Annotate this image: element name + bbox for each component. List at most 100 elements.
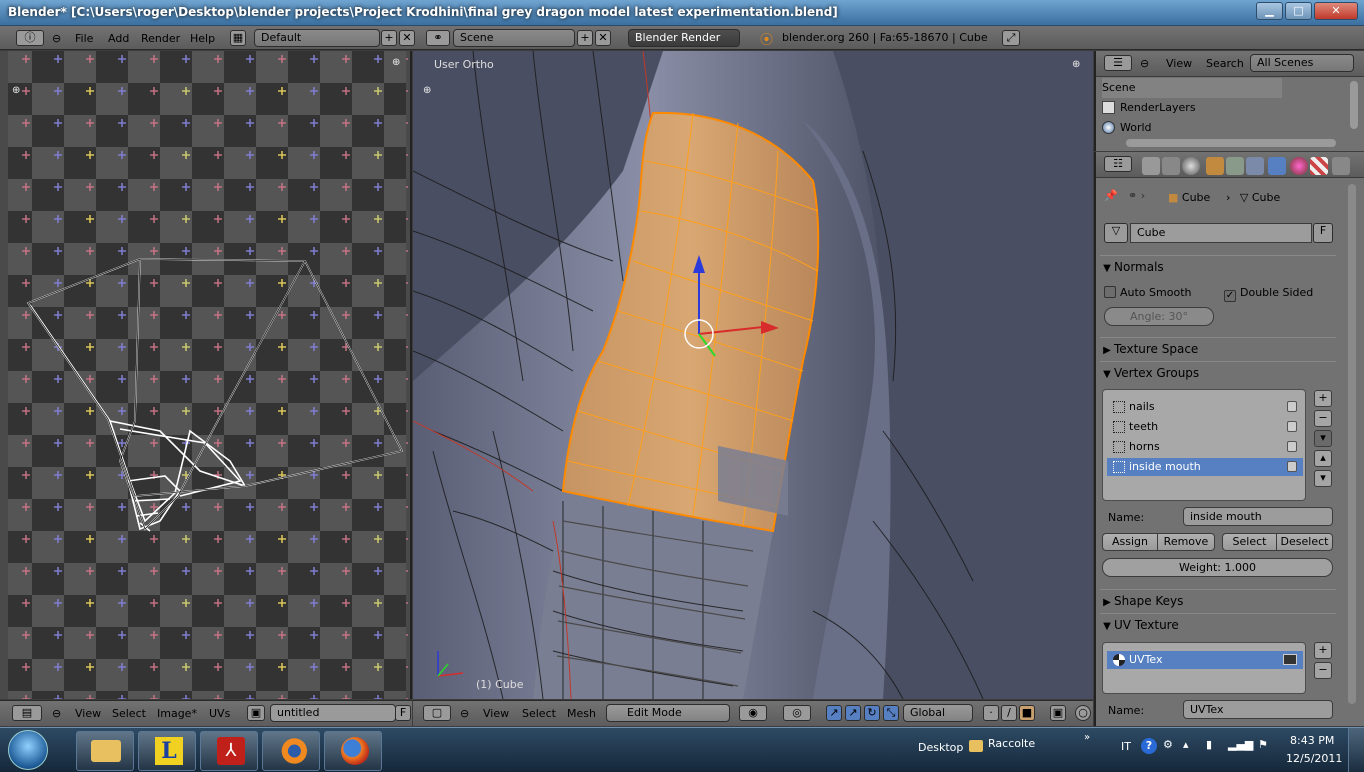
display-mode-select[interactable]: All Scenes (1250, 54, 1354, 72)
remove-uv-texture-button[interactable]: − (1314, 662, 1332, 679)
vertex-group-item[interactable]: nails (1107, 398, 1303, 416)
lock-icon[interactable] (1287, 421, 1297, 432)
scale-icon[interactable]: ⤡ (883, 705, 899, 721)
uv-menu-view[interactable]: View (75, 705, 101, 722)
translate-icon[interactable]: ↗ (845, 705, 861, 721)
move-up-button[interactable]: ▴ (1314, 450, 1332, 467)
screen-layout-icon[interactable]: ▦ (230, 30, 246, 46)
firefox-taskbar-icon[interactable] (324, 731, 382, 771)
clock-date[interactable]: 12/5/2011 (1286, 752, 1342, 765)
uv-menu-select[interactable]: Select (112, 705, 146, 722)
scene-select[interactable]: Scene (453, 29, 575, 47)
move-down-button[interactable]: ▾ (1314, 470, 1332, 487)
menu-render[interactable]: Render (141, 30, 180, 47)
outliner-vertical-scrollbar[interactable] (1350, 81, 1358, 129)
outliner-row-renderlayers[interactable]: RenderLayers (1102, 98, 1196, 118)
vertex-group-item-selected[interactable]: inside mouth (1107, 458, 1303, 476)
battery-icon[interactable]: ▮ (1206, 738, 1212, 751)
mesh-data-tab-icon[interactable] (1268, 157, 1286, 175)
add-scene-icon[interactable]: + (577, 30, 593, 46)
l-app-taskbar-icon[interactable]: L (138, 731, 196, 771)
viewport-shading-icon[interactable]: ◉ (739, 705, 767, 721)
viewport-canvas[interactable] (413, 51, 1093, 699)
show-desktop-button[interactable] (1348, 728, 1364, 772)
remove-layout-icon[interactable]: ✕ (399, 30, 415, 46)
close-button[interactable]: ✕ (1314, 2, 1358, 20)
panel-vertex-groups[interactable]: ▼ Vertex Groups (1100, 361, 1336, 383)
panel-shape-keys[interactable]: ▶ Shape Keys (1100, 589, 1336, 611)
properties-scrollbar[interactable] (1348, 184, 1356, 704)
vertex-group-item[interactable]: teeth (1107, 418, 1303, 436)
collapse-icon[interactable]: ⊖ (52, 30, 61, 47)
render-engine-select[interactable]: Blender Render (628, 29, 740, 47)
image-browse-icon[interactable]: ▣ (247, 705, 265, 721)
face-select-icon[interactable]: ■ (1019, 705, 1035, 721)
fullscreen-icon[interactable]: ⤢ (1002, 30, 1020, 46)
vp-menu-mesh[interactable]: Mesh (567, 705, 596, 722)
remove-scene-icon[interactable]: ✕ (595, 30, 611, 46)
menu-help[interactable]: Help (190, 30, 215, 47)
panel-uv-texture[interactable]: ▼ UV Texture (1100, 613, 1336, 635)
weight-slider[interactable]: Weight: 1.000 (1102, 558, 1333, 577)
maximize-button[interactable]: □ (1285, 2, 1312, 20)
vp-menu-select[interactable]: Select (522, 705, 556, 722)
collapse-icon[interactable]: ⊖ (52, 705, 61, 722)
acrobat-taskbar-icon[interactable]: ⅄ (200, 731, 258, 771)
modifiers-tab-icon[interactable] (1246, 157, 1264, 175)
texture-tab-icon[interactable] (1310, 157, 1328, 175)
vertex-group-name-field[interactable]: inside mouth (1183, 507, 1333, 526)
uv-menu-uvs[interactable]: UVs (209, 705, 230, 722)
vp-menu-view[interactable]: View (483, 705, 509, 722)
editor-type-uv-icon[interactable]: ▤ (12, 705, 42, 721)
double-sided-checkbox[interactable]: ✓ Double Sided (1224, 286, 1313, 302)
collapse-icon[interactable]: ⊖ (1140, 55, 1149, 72)
language-indicator[interactable]: IT (1121, 740, 1131, 753)
world-tab-icon[interactable] (1182, 157, 1200, 175)
add-uv-texture-button[interactable]: + (1314, 642, 1332, 659)
panel-texture-space[interactable]: ▶ Texture Space (1100, 337, 1336, 359)
vertex-select-icon[interactable]: · (983, 705, 999, 721)
vertex-group-specials-button[interactable]: ▾ (1314, 430, 1332, 447)
clock-time[interactable]: 8:43 PM (1290, 734, 1334, 747)
constraints-tab-icon[interactable] (1226, 157, 1244, 175)
outliner-row-scene[interactable]: Scene (1102, 78, 1282, 98)
vertex-group-item[interactable]: horns (1107, 438, 1303, 456)
keyboard-icon[interactable]: ⚙ (1163, 738, 1173, 751)
select-button[interactable]: Select (1222, 533, 1277, 551)
explorer-taskbar-icon[interactable] (76, 731, 134, 771)
uv-canvas[interactable] (0, 51, 412, 699)
assign-button[interactable]: Assign (1102, 533, 1158, 551)
show-hidden-icons[interactable]: ▴ (1183, 738, 1189, 751)
network-icon[interactable]: ▂▄▆ (1228, 738, 1253, 751)
manipulator-toggle-icon[interactable]: ↗ (826, 705, 842, 721)
material-tab-icon[interactable] (1290, 157, 1308, 175)
outliner-menu-search[interactable]: Search (1206, 55, 1244, 72)
uv-menu-image[interactable]: Image* (157, 705, 197, 722)
editor-type-outliner-icon[interactable]: ☰ (1104, 55, 1132, 71)
outliner-menu-view[interactable]: View (1166, 55, 1192, 72)
raccolte-toolbar-label[interactable]: Raccolte (988, 737, 1035, 750)
occlude-geometry-icon[interactable]: ▣ (1050, 705, 1066, 721)
orientation-select[interactable]: Global (903, 704, 973, 722)
mesh-fake-user-button[interactable]: F (1313, 223, 1333, 243)
pivot-point-icon[interactable]: ◎ (783, 705, 811, 721)
remove-vertex-group-button[interactable]: − (1314, 410, 1332, 427)
vertex-group-list[interactable]: nails teeth horns inside mouth (1102, 389, 1306, 501)
deselect-button[interactable]: Deselect (1276, 533, 1333, 551)
uv-image-editor[interactable]: ⊕ ⊕ (0, 51, 412, 699)
scene-tab-icon[interactable] (1162, 157, 1180, 175)
mesh-browse-icon[interactable]: ▽ (1104, 223, 1128, 243)
mode-select[interactable]: Edit Mode (606, 704, 730, 722)
start-button[interactable] (8, 730, 48, 770)
scene-icon[interactable]: ⚭ (426, 30, 450, 46)
editor-type-3d-icon[interactable]: ▢ (423, 705, 451, 721)
blender-taskbar-icon[interactable] (262, 731, 320, 771)
add-vertex-group-button[interactable]: + (1314, 390, 1332, 407)
minimize-button[interactable]: ▁ (1256, 2, 1283, 20)
outliner-horizontal-scrollbar[interactable] (1126, 139, 1336, 147)
proportional-edit-icon[interactable]: ○ (1075, 705, 1091, 721)
panel-normals[interactable]: ▼ Normals (1100, 255, 1336, 277)
particles-tab-icon[interactable] (1332, 157, 1350, 175)
toolbar-chevron-icon[interactable]: » (1084, 732, 1090, 743)
layout-select[interactable]: Default (254, 29, 380, 47)
